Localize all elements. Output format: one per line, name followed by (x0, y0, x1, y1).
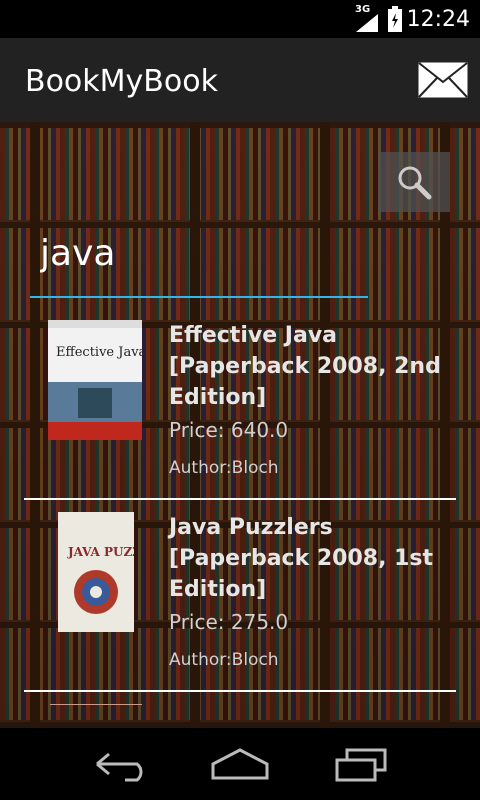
home-icon[interactable] (205, 744, 275, 784)
book-author: Author:Bloch (169, 458, 279, 478)
back-icon[interactable] (85, 744, 155, 784)
book-list-item[interactable]: Effective Java Effective Java [Paperback… (24, 306, 456, 500)
signal-icon (356, 14, 378, 32)
book-list-item[interactable]: JAVA PUZZLERS Java Puzzlers [Paperback 2… (24, 498, 456, 692)
book-author: Author:Bloch (169, 650, 279, 670)
battery-icon (388, 6, 402, 32)
book-title: Effective Java [Paperback 2008, 2nd Edit… (169, 323, 441, 410)
book-list-item-partial (50, 704, 142, 705)
app-title: BookMyBook (25, 64, 218, 99)
book-cover-image: JAVA PUZZLERS (58, 512, 134, 632)
search-icon (398, 166, 432, 200)
book-cover-image: Effective Java (48, 320, 142, 440)
navigation-bar (0, 728, 480, 800)
search-input[interactable] (30, 192, 368, 298)
library-background: Effective Java Effective Java [Paperback… (0, 122, 480, 728)
book-cover-text: Effective Java (56, 345, 142, 360)
book-cover-text: JAVA PUZZLERS (67, 545, 134, 559)
recents-icon[interactable] (325, 744, 395, 784)
action-bar: BookMyBook (0, 38, 480, 122)
search-button[interactable] (378, 152, 450, 212)
book-title: Java Puzzlers [Paperback 2008, 1st Editi… (169, 515, 434, 602)
book-price: Price: 640.0 (169, 418, 289, 442)
clock: 12:24 (406, 7, 470, 32)
book-price: Price: 275.0 (169, 610, 289, 634)
status-bar: 3G 12:24 (0, 0, 480, 38)
mail-icon[interactable] (418, 62, 468, 98)
